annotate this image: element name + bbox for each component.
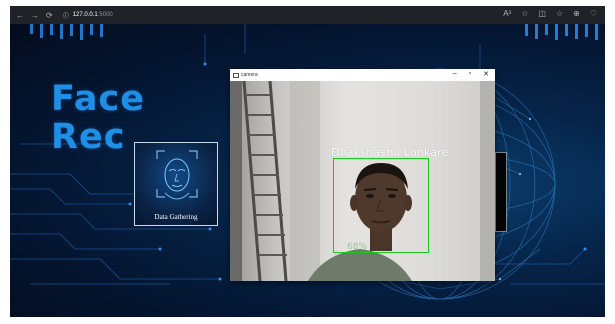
reload-icon[interactable]: ⟳ xyxy=(46,11,53,20)
favorites-icon[interactable]: ☆ xyxy=(556,9,563,18)
face-scan-icon xyxy=(156,150,198,200)
split-screen-icon[interactable]: ◫ xyxy=(538,9,546,18)
site-info-icon[interactable]: ⓘ xyxy=(63,11,69,20)
back-icon[interactable]: ← xyxy=(16,11,24,20)
browser-toolbar: ← → ⟳ ⓘ 127.0.0.1:5000 A³ ☆ ◫ ☆ ⊕ ♡ xyxy=(10,6,605,24)
face-detection-box xyxy=(333,158,429,253)
favorite-icon[interactable]: ☆ xyxy=(521,9,528,18)
browser-actions: A³ ☆ ◫ ☆ ⊕ ♡ xyxy=(503,9,597,18)
window-controls: – ▫ ✕ xyxy=(453,70,489,78)
camera-window[interactable]: camera – ▫ ✕ Dhakshashil Lonkare 68% xyxy=(230,69,495,281)
recognized-name-label: Dhakshashil Lonkare xyxy=(331,146,449,159)
hero-title-line1: Face xyxy=(51,79,145,119)
minimize-icon[interactable]: – xyxy=(453,70,457,78)
window-app-icon xyxy=(233,72,239,78)
confidence-label: 68% xyxy=(347,242,368,252)
close-icon[interactable]: ✕ xyxy=(483,70,489,78)
url-host: 127.0.0.1 xyxy=(72,12,98,18)
read-aloud-icon[interactable]: A³ xyxy=(503,9,511,18)
forward-icon[interactable]: → xyxy=(31,11,39,20)
partial-card[interactable] xyxy=(495,152,507,232)
data-gathering-card[interactable]: Data Gathering xyxy=(134,142,218,226)
url-port: :5000 xyxy=(97,12,113,18)
camera-window-title: camera xyxy=(241,72,258,78)
card-label: Data Gathering xyxy=(154,213,198,221)
address-bar[interactable]: ⓘ 127.0.0.1:5000 xyxy=(63,11,113,20)
maximize-icon[interactable]: ▫ xyxy=(469,70,471,78)
hero-title-line2: Rec xyxy=(51,117,126,157)
browser-nav: ← → ⟳ xyxy=(16,11,53,20)
profile-icon[interactable]: ♡ xyxy=(590,9,597,18)
screen: ← → ⟳ ⓘ 127.0.0.1:5000 A³ ☆ ◫ ☆ ⊕ ♡ Face… xyxy=(10,6,605,317)
camera-titlebar[interactable]: camera – ▫ ✕ xyxy=(230,69,495,81)
hero-title: Face Rec xyxy=(51,80,145,156)
camera-feed: Dhakshashil Lonkare 68% xyxy=(230,81,495,281)
collections-icon[interactable]: ⊕ xyxy=(573,9,580,18)
